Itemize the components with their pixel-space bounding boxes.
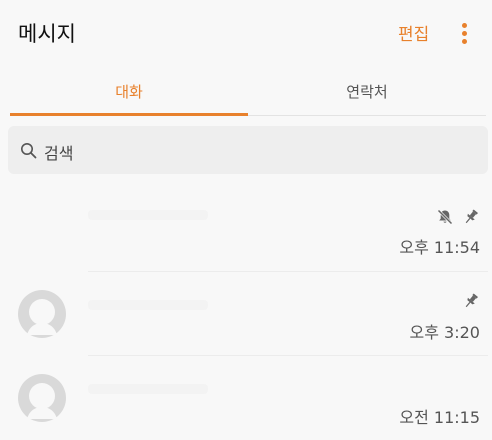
message-preview [88, 300, 208, 310]
avatar-icon [18, 290, 66, 338]
status-icons [462, 292, 480, 310]
message-preview [88, 210, 208, 220]
pin-icon [465, 293, 478, 308]
conversation-item[interactable]: 오전 11:15 [8, 356, 488, 440]
tab-bar: 대화 연락처 [10, 72, 486, 116]
conversation-time: 오전 11:15 [399, 408, 480, 427]
search-icon [21, 143, 37, 159]
conversation-time: 오후 11:54 [399, 238, 480, 257]
more-options-icon[interactable] [452, 21, 476, 47]
avatar-icon [18, 374, 66, 422]
app-header: 메시지 편집 [0, 0, 492, 66]
pin-icon [465, 209, 478, 224]
page-title: 메시지 [18, 22, 76, 46]
conversation-item[interactable]: 오후 11:54 [8, 188, 488, 272]
tab-active-indicator [10, 113, 248, 116]
search-placeholder: 검색 [44, 144, 74, 163]
tab-contacts[interactable]: 연락처 [248, 72, 486, 116]
muted-bell-icon [437, 209, 453, 225]
status-icons [436, 208, 480, 226]
search-field[interactable]: 검색 [8, 126, 488, 174]
edit-button[interactable]: 편집 [398, 20, 429, 45]
conversation-item[interactable]: 오후 3:20 [8, 272, 488, 356]
message-preview [88, 384, 208, 394]
conversation-time: 오후 3:20 [409, 323, 480, 342]
tab-conversations[interactable]: 대화 [10, 72, 248, 116]
